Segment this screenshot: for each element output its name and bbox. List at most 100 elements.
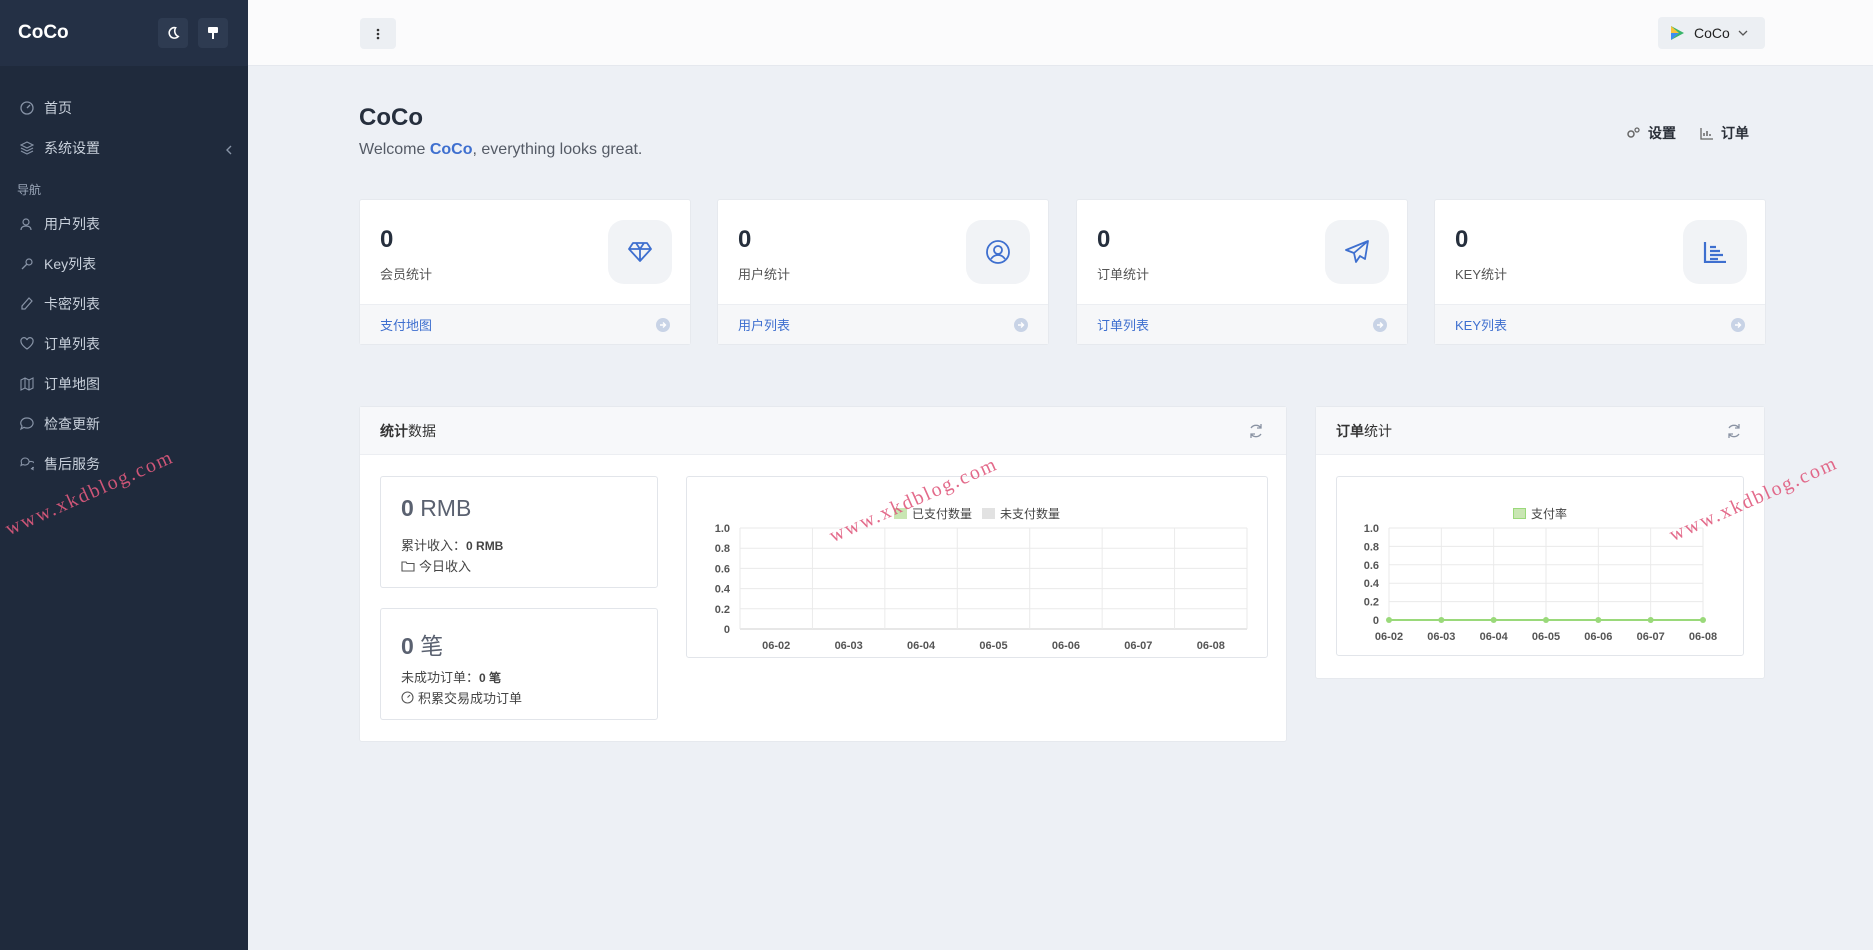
heart-icon <box>20 337 34 351</box>
welcome-suffix: , everything looks great. <box>472 141 643 158</box>
x-tick-label: 06-08 <box>1689 631 1717 643</box>
settings-button[interactable]: 设置 <box>1625 123 1676 143</box>
stat-card-link[interactable]: KEY列表 <box>1435 304 1765 344</box>
chevron-down-icon <box>1738 30 1748 36</box>
chart-icon <box>1700 127 1713 140</box>
data-point <box>1490 617 1497 623</box>
sidebar-item-label: 卡密列表 <box>44 296 100 312</box>
y-tick-label: 0.8 <box>1364 541 1379 553</box>
revenue-today-label: 今日收入 <box>419 559 472 574</box>
x-tick-label: 06-06 <box>1584 631 1612 643</box>
stat-card-link[interactable]: 订单列表 <box>1077 304 1407 344</box>
y-tick-label: 0 <box>724 624 730 636</box>
stat-link-label: 订单列表 <box>1097 318 1150 333</box>
stat-link-label: KEY列表 <box>1455 318 1508 333</box>
y-tick-label: 0.2 <box>715 604 730 616</box>
x-tick-label: 06-03 <box>1427 631 1455 643</box>
stat-value: 0 <box>1097 226 1111 253</box>
stat-link-label: 支付地图 <box>380 318 433 333</box>
revenue-today: 今日收入 <box>401 556 471 575</box>
data-point <box>1386 617 1392 623</box>
stat-card-link[interactable]: 用户列表 <box>718 304 1048 344</box>
orders-number: 0 <box>401 633 414 659</box>
y-tick-label: 0 <box>1373 615 1379 627</box>
orders-button[interactable]: 订单 <box>1700 123 1749 143</box>
chevron-left-icon <box>225 142 232 158</box>
revenue-total: 累计收入：0 RMB <box>401 535 503 554</box>
dashboard-icon <box>20 101 34 115</box>
orders-unit: 笔 <box>420 633 444 659</box>
sidebar-item-settings[interactable]: 系统设置 <box>0 128 248 168</box>
data-point <box>1438 617 1445 623</box>
page-title: CoCo <box>359 104 423 131</box>
sidebar-item-cards[interactable]: 卡密列表 <box>0 284 248 324</box>
sidebar-item-order-map[interactable]: 订单地图 <box>0 364 248 404</box>
stat-value: 0 <box>1455 226 1469 253</box>
sidebar-item-users[interactable]: 用户列表 <box>0 204 248 244</box>
sidebar-item-label: 首页 <box>44 100 72 116</box>
stat-label: KEY统计 <box>1455 267 1508 282</box>
sidebar-toggle-button[interactable] <box>360 18 396 49</box>
welcome-prefix: Welcome <box>359 141 430 158</box>
panel-title-bold: 统计 <box>380 422 408 439</box>
orders-failed-label: 未成功订单： <box>401 670 480 685</box>
arrow-circle-right-icon <box>1731 318 1745 332</box>
gem-icon <box>608 220 672 284</box>
settings-label: 设置 <box>1648 125 1676 141</box>
ellipsis-vertical-icon <box>376 28 380 39</box>
dark-mode-toggle[interactable] <box>158 18 188 48</box>
user-menu-button[interactable]: CoCo <box>1658 17 1765 49</box>
brand-logo[interactable]: CoCo <box>18 22 69 44</box>
stat-card-members: 0 会员统计 支付地图 <box>359 199 691 345</box>
stat-label: 用户统计 <box>738 267 791 282</box>
sidebar-item-keys[interactable]: Key列表 <box>0 244 248 284</box>
gears-icon <box>1627 127 1640 138</box>
y-tick-label: 0.4 <box>1364 578 1380 590</box>
sidebar-item-label: 用户列表 <box>44 216 100 232</box>
x-tick-label: 06-05 <box>979 640 1007 652</box>
orders-value: 0 笔 <box>401 627 443 661</box>
layers-icon <box>20 141 34 155</box>
map-icon <box>20 377 34 391</box>
stat-value: 0 <box>738 226 752 253</box>
stat-card-orders: 0 订单统计 订单列表 <box>1076 199 1408 345</box>
x-tick-label: 06-02 <box>762 640 790 652</box>
sidebar-item-label: 系统设置 <box>44 140 100 156</box>
theme-button[interactable] <box>198 18 228 48</box>
sidebar-item-home[interactable]: 首页 <box>0 88 248 128</box>
x-tick-label: 06-06 <box>1052 640 1080 652</box>
sidebar-item-orders[interactable]: 订单列表 <box>0 324 248 364</box>
chats-icon <box>20 457 34 471</box>
sidebar-nav: 首页 系统设置 导航 用户列表 Key列表 卡密列表 订单列表 订单地图 检查更… <box>0 88 248 484</box>
sidebar-item-label: 订单地图 <box>44 376 100 392</box>
sidebar-item-check-update[interactable]: 检查更新 <box>0 404 248 444</box>
sidebar-header: CoCo <box>0 0 248 66</box>
stat-card-link[interactable]: 支付地图 <box>360 304 690 344</box>
data-point <box>1647 617 1654 623</box>
chart-svg: 1.0 0.8 0.6 0.4 0.2 0 06-02 06-03 06-04 06-05 06-0… <box>1364 523 1717 643</box>
x-tick-label: 06-07 <box>1124 640 1152 652</box>
revenue-value: 0 RMB <box>401 495 471 522</box>
welcome-message: Welcome CoCo, everything looks great. <box>359 141 642 159</box>
order-stats-panel: 订单 统计 支付率 1.0 0.8 0.6 0.4 0.2 0 06-02 06-03 06-04… <box>1315 406 1765 679</box>
refresh-icon[interactable] <box>1248 423 1264 442</box>
chart-svg: 1.0 0.8 0.6 0.4 0.2 0 06-02 06-03 06-04 06-05 06-0… <box>715 523 1248 652</box>
dashboard-icon <box>401 691 414 704</box>
user-circle-icon <box>966 220 1030 284</box>
y-tick-label: 1.0 <box>1364 523 1379 535</box>
orders-box: 0 笔 未成功订单：0 笔 积累交易成功订单 <box>380 608 658 720</box>
nav-section-heading: 导航 <box>17 183 42 197</box>
chat-icon <box>20 417 34 431</box>
refresh-icon[interactable] <box>1726 423 1742 442</box>
stat-value: 0 <box>380 226 394 253</box>
panel-title-rest: 数据 <box>408 422 436 439</box>
sidebar-item-label: 订单列表 <box>44 336 100 352</box>
x-tick-label: 06-07 <box>1637 631 1665 643</box>
sidebar-item-label: 检查更新 <box>44 416 100 432</box>
sidebar-item-label: 售后服务 <box>44 456 100 472</box>
data-point <box>1700 617 1706 623</box>
folder-icon <box>401 560 415 572</box>
x-tick-label: 06-08 <box>1197 640 1225 652</box>
header-actions: 设置 订单 <box>1625 123 1749 143</box>
panel-title-bold: 订单 <box>1336 422 1364 439</box>
